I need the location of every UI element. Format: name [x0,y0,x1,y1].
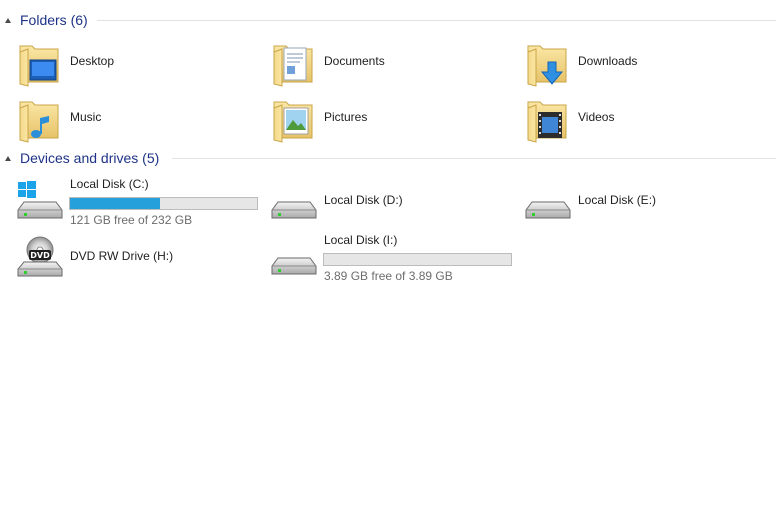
drive-c[interactable]: Local Disk (C:) 121 GB free of 232 GB [0,174,258,227]
hard-drive-icon [271,257,317,275]
folder-videos[interactable]: Videos [508,92,758,143]
folder-desktop[interactable]: Desktop [0,36,250,87]
drive-i[interactable]: Local Disk (I:) 3.89 GB free of 3.89 GB [254,230,512,283]
folder-label: Music [70,110,102,124]
hard-drive-icon [525,201,571,219]
music-folder-icon [19,101,59,143]
downloads-folder-icon [527,45,567,87]
drive-h[interactable]: DVD DVD RW Drive (H:) [0,230,250,280]
folder-label: Videos [578,110,615,124]
drive-label: Local Disk (D:) [324,193,403,207]
drive-usage-fill [70,198,160,209]
documents-folder-icon [273,45,313,87]
folder-documents[interactable]: Documents [254,36,504,87]
drive-d[interactable]: Local Disk (D:) [254,174,504,224]
folders-group-header[interactable]: Folders (6) [0,10,776,30]
svg-text:DVD: DVD [30,251,50,260]
videos-folder-icon [527,101,567,143]
dvd-drive-icon: DVD [17,236,63,277]
folder-label: Desktop [70,54,115,68]
drive-free-space: 3.89 GB free of 3.89 GB [324,269,453,283]
folder-label: Documents [324,54,385,68]
folder-label: Downloads [578,54,638,68]
windows-drive-icon [17,181,63,219]
drive-label: Local Disk (C:) [70,177,149,191]
collapse-arrow-icon[interactable] [5,156,11,161]
drive-e[interactable]: Local Disk (E:) [508,174,758,224]
folders-group-title: Folders (6) [20,12,88,28]
folder-downloads[interactable]: Downloads [508,36,758,87]
drive-free-space: 121 GB free of 232 GB [70,213,193,227]
drive-usage-bar [323,253,512,266]
drive-label: Local Disk (E:) [578,193,657,207]
group-divider [172,158,776,159]
drives-group-header[interactable]: Devices and drives (5) [0,148,776,168]
desktop-folder-icon [19,45,59,87]
group-divider [97,20,776,21]
hard-drive-icon [271,201,317,219]
folder-label: Pictures [324,110,368,124]
pictures-folder-icon [273,101,313,143]
drive-label: DVD RW Drive (H:) [70,249,174,263]
drive-label: Local Disk (I:) [324,233,398,247]
folder-music[interactable]: Music [0,92,250,143]
drive-usage-bar [69,197,258,210]
folder-pictures[interactable]: Pictures [254,92,504,143]
collapse-arrow-icon[interactable] [5,18,11,23]
drives-group-title: Devices and drives (5) [20,150,160,166]
